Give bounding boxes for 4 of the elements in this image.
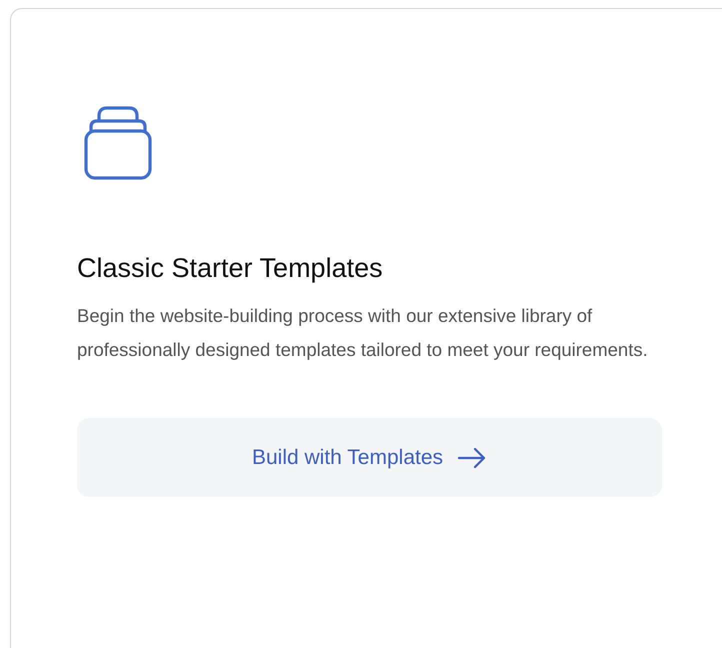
arrow-right-icon <box>457 446 488 468</box>
build-with-templates-button[interactable]: Build with Templates <box>77 418 662 497</box>
card-title: Classic Starter Templates <box>77 252 383 285</box>
card-description: Begin the website-building process with our extensive library of professionally designed templates tailored to meet your requirements. <box>77 304 649 362</box>
